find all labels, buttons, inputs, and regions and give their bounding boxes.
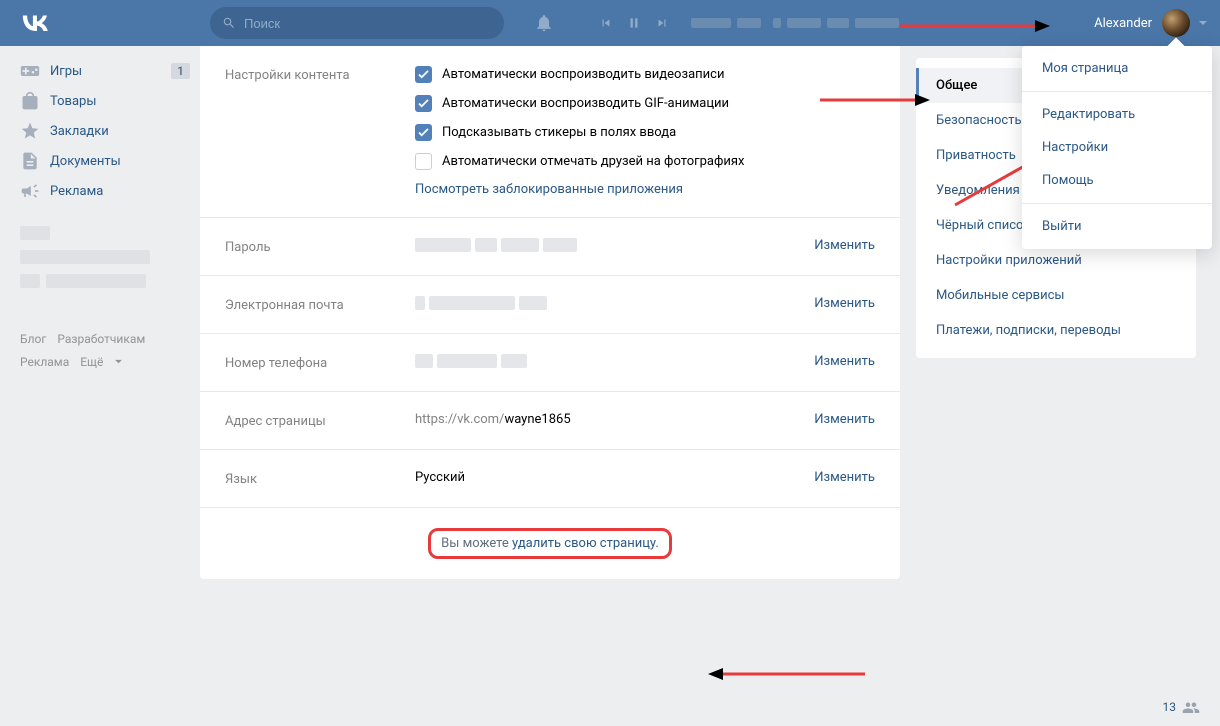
footer-more[interactable]: Ещё [80, 351, 123, 374]
checkbox-icon [415, 95, 432, 112]
prev-track-icon[interactable] [599, 16, 613, 30]
section-label: Номер телефона [225, 354, 415, 371]
search-input[interactable] [244, 16, 492, 31]
section-label: Пароль [225, 238, 415, 255]
checkbox-auto-tag[interactable]: Автоматически отмечать друзей на фотогра… [415, 153, 875, 170]
sidebar-badge: 1 [171, 63, 190, 79]
dropdown-my-page[interactable]: Моя страница [1022, 52, 1212, 85]
sidebar-item-label: Закладки [50, 124, 190, 139]
audio-player [599, 15, 899, 31]
address-prefix: https://vk.com/ [415, 412, 504, 427]
section-label: Электронная почта [225, 296, 415, 313]
tab-mobile[interactable]: Мобильные сервисы [916, 278, 1196, 313]
chevron-down-icon [1198, 20, 1208, 27]
chat-count: 13 [1163, 700, 1177, 714]
track-info-placeholder [691, 18, 899, 28]
tab-payments[interactable]: Платежи, подписки, переводы [916, 313, 1196, 348]
vk-logo[interactable] [10, 0, 60, 46]
annotation-arrow [705, 664, 865, 684]
bookmark-icon [20, 121, 40, 141]
sidebar-item-ads[interactable]: Реклама [10, 176, 200, 206]
settings-main: Настройки контента Автоматически воспрои… [200, 46, 900, 579]
content-settings-row: Настройки контента Автоматически воспрои… [200, 46, 900, 217]
phone-row: Номер телефона Изменить [200, 333, 900, 391]
dropdown-edit[interactable]: Редактировать [1022, 98, 1212, 131]
blocked-apps-link[interactable]: Посмотреть заблокированные приложения [415, 182, 875, 197]
dropdown-help[interactable]: Помощь [1022, 164, 1212, 197]
change-password-link[interactable]: Изменить [814, 238, 875, 253]
search-icon [222, 16, 236, 30]
delete-account-link[interactable]: удалить свою страницу. [512, 536, 659, 551]
sidebar-item-games[interactable]: Игры 1 [10, 56, 200, 86]
sidebar: Игры 1 Товары Закладки Документы Реклама… [0, 46, 200, 579]
pause-icon[interactable] [627, 15, 641, 31]
footer-ads[interactable]: Реклама [20, 355, 69, 369]
footer-links: Блог Разработчикам Реклама Ещё [10, 318, 200, 384]
change-language-link[interactable]: Изменить [814, 470, 875, 485]
chevron-down-icon [114, 359, 123, 365]
docs-icon [20, 151, 40, 171]
language-value: Русский [415, 470, 785, 485]
dropdown-settings[interactable]: Настройки [1022, 131, 1212, 164]
checkbox-icon [415, 124, 432, 141]
next-track-icon[interactable] [655, 16, 669, 30]
user-name: Alexander [1094, 16, 1152, 31]
checkbox-icon [415, 153, 432, 170]
sidebar-item-bookmarks[interactable]: Закладки [10, 116, 200, 146]
chat-indicator[interactable]: 13 [1163, 700, 1201, 714]
value-placeholder [415, 354, 785, 368]
sidebar-item-label: Товары [50, 94, 190, 109]
dropdown-logout[interactable]: Выйти [1022, 210, 1212, 243]
checkbox-autoplay-gif[interactable]: Автоматически воспроизводить GIF-анимаци… [415, 95, 875, 112]
checkbox-sticker-suggest[interactable]: Подсказывать стикеры в полях ввода [415, 124, 875, 141]
market-icon [20, 91, 40, 111]
checkbox-autoplay-video[interactable]: Автоматически воспроизводить видеозаписи [415, 66, 875, 83]
checkbox-icon [415, 66, 432, 83]
user-dropdown: Моя страница Редактировать Настройки Пом… [1022, 46, 1212, 249]
address-value: wayne1865 [504, 412, 570, 427]
change-phone-link[interactable]: Изменить [814, 354, 875, 369]
notifications-icon[interactable] [534, 13, 554, 33]
section-label: Адрес страницы [225, 412, 415, 429]
sidebar-item-docs[interactable]: Документы [10, 146, 200, 176]
value-placeholder [415, 296, 785, 310]
footer-blog[interactable]: Блог [20, 332, 46, 346]
delete-prefix: Вы можете [441, 536, 512, 551]
app-header: Alexander [0, 0, 1220, 46]
section-label: Язык [225, 470, 415, 487]
sidebar-placeholder [10, 206, 200, 318]
change-address-link[interactable]: Изменить [814, 412, 875, 427]
ads-icon [20, 181, 40, 201]
footer-devs[interactable]: Разработчикам [57, 332, 145, 346]
chat-icon [1182, 701, 1200, 713]
avatar [1162, 9, 1190, 37]
address-row: Адрес страницы https://vk.com/wayne1865 … [200, 391, 900, 449]
games-icon [20, 61, 40, 81]
search-container[interactable] [210, 7, 504, 39]
delete-account-row: Вы можете удалить свою страницу. [200, 507, 900, 579]
language-row: Язык Русский Изменить [200, 449, 900, 507]
sidebar-item-label: Игры [50, 64, 171, 79]
sidebar-item-label: Реклама [50, 184, 190, 199]
section-label: Настройки контента [225, 66, 415, 83]
email-row: Электронная почта Изменить [200, 275, 900, 333]
user-menu-toggle[interactable]: Alexander [1082, 0, 1220, 46]
dropdown-separator [1022, 203, 1212, 204]
value-placeholder [415, 238, 785, 252]
dropdown-separator [1022, 91, 1212, 92]
change-email-link[interactable]: Изменить [814, 296, 875, 311]
password-row: Пароль Изменить [200, 217, 900, 275]
sidebar-item-market[interactable]: Товары [10, 86, 200, 116]
sidebar-item-label: Документы [50, 154, 190, 169]
